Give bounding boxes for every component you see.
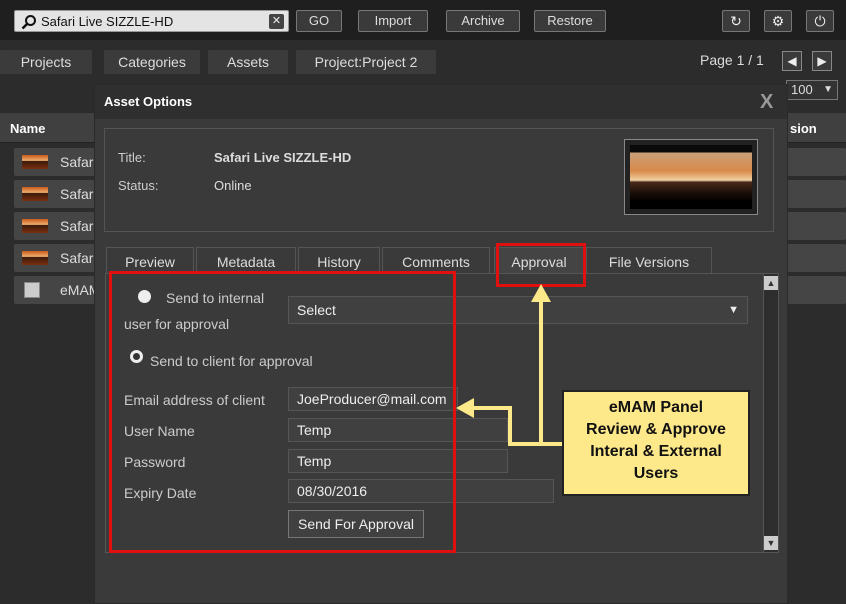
annotation-callout: eMAM Panel Review & Approve Interal & Ex… [562,390,750,496]
chevron-down-icon: ▼ [823,84,833,95]
video-thumbnail [22,155,48,169]
search-input[interactable]: Safari Live SIZZLE-HD [41,14,173,29]
power-icon[interactable]: ⏻ [806,10,834,32]
page-size-value: 100 [791,82,813,97]
refresh-icon[interactable]: ↻ [722,10,750,32]
video-thumbnail [22,187,48,201]
list-item-label: Safari [60,186,97,202]
callout-connector-arrow-line [470,406,512,410]
callout-line: Interal & External [590,443,722,460]
asset-preview-thumbnail[interactable] [624,139,758,215]
list-item-label: Safari [60,218,97,234]
go-button[interactable]: GO [296,10,342,32]
callout-connector-horizontal [510,442,566,446]
asset-status: Online [214,178,252,193]
prev-page-icon[interactable]: ◀ [782,51,802,71]
list-item-label: Safari [60,154,97,170]
status-label: Status: [118,178,159,193]
tab-categories[interactable]: Categories [104,50,200,74]
close-icon[interactable]: X [760,91,773,114]
chevron-down-icon: ▼ [728,304,739,316]
tab-projects[interactable]: Projects [0,50,92,74]
form-highlight-box [109,271,456,553]
name-column-header[interactable]: Name [10,121,45,136]
tab-project-2[interactable]: Project:Project 2 [296,50,436,74]
page-size-select[interactable]: 100 ▼ [786,80,838,100]
arrow-left-icon [456,398,474,418]
search-icon [21,15,36,30]
video-thumbnail [22,219,48,233]
scroll-down-icon[interactable]: ▼ [764,536,778,550]
restore-button[interactable]: Restore [534,10,606,32]
callout-line: Review & Approve [586,421,726,438]
page-indicator: Page 1 / 1 [700,52,764,68]
clear-search-button[interactable]: ✕ [269,14,284,29]
settings-gear-icon[interactable]: ⚙ [764,10,792,32]
approval-tab-highlight-box [496,243,586,287]
document-icon [24,282,40,298]
tab-assets[interactable]: Assets [208,50,288,74]
dialog-title: Asset Options [104,94,193,109]
archive-button[interactable]: Archive [446,10,520,32]
list-item-label: Safari [60,250,97,266]
vertical-scrollbar[interactable] [763,273,779,553]
preview-image [630,145,752,209]
dialog-header [95,85,787,119]
import-button[interactable]: Import [358,10,428,32]
callout-connector-left [508,406,512,446]
next-page-icon[interactable]: ▶ [812,51,832,71]
tab-file-versions[interactable]: File Versions [586,247,712,275]
asset-title: Safari Live SIZZLE-HD [214,150,352,165]
callout-line: eMAM Panel [608,399,704,416]
callout-line: Users [633,465,679,482]
version-column-header[interactable]: sion [790,121,817,136]
video-thumbnail [22,251,48,265]
callout-connector-vertical [539,300,543,446]
scroll-up-icon[interactable]: ▲ [764,276,778,290]
arrow-up-icon [531,284,551,302]
search-field[interactable]: Safari Live SIZZLE-HD ✕ [14,10,289,32]
title-label: Title: [118,150,146,165]
